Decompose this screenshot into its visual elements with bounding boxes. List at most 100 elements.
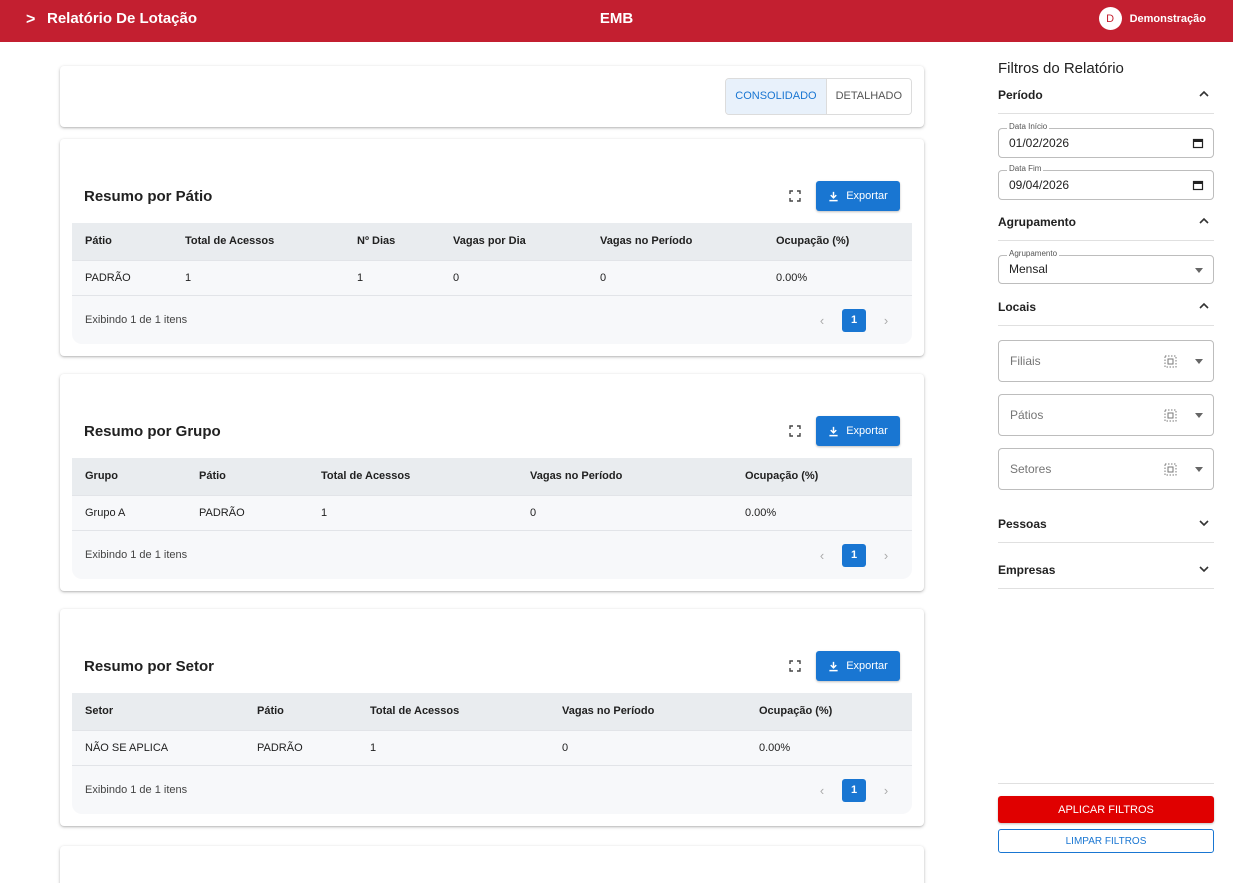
agrupamento-select[interactable]: Agrupamento Mensal (998, 249, 1214, 284)
next-summary-card (60, 846, 924, 883)
caret-down-icon[interactable] (1195, 359, 1203, 364)
export-button[interactable]: Exportar (816, 416, 900, 446)
filiais-select[interactable]: Filiais (998, 340, 1214, 382)
field-label: Agrupamento (1007, 249, 1060, 258)
page-button[interactable]: 1 (842, 778, 866, 802)
select-all-icon[interactable] (1164, 463, 1177, 476)
page-button[interactable]: 1 (842, 308, 866, 332)
column-header[interactable]: Setor (72, 693, 244, 730)
column-header[interactable]: Grupo (72, 458, 186, 495)
caret-down-icon[interactable] (1195, 467, 1203, 472)
items-count: Exibindo 1 de 1 itens (85, 548, 188, 561)
grupo-summary-card: Resumo por Grupo Exportar Grupo Pátio To… (60, 374, 924, 591)
table-cell: 0.00% (745, 506, 777, 519)
empresas-section-header[interactable]: Empresas (998, 559, 1214, 589)
prev-page-icon[interactable]: ‹ (814, 548, 830, 563)
avatar[interactable]: D (1098, 7, 1122, 30)
calendar-icon[interactable] (1192, 137, 1204, 149)
setor-summary-card: Resumo por Setor Exportar Setor Pátio To… (60, 609, 924, 826)
column-header[interactable]: Vagas no Período (587, 223, 763, 260)
table-cell: 1 (357, 271, 364, 284)
select-all-icon[interactable] (1164, 355, 1177, 368)
table-header-row: Setor Pátio Total de Acessos Vagas no Pe… (72, 693, 912, 730)
table-cell: NÃO SE APLICA (85, 741, 169, 754)
column-header[interactable]: Pátio (72, 223, 172, 260)
column-header[interactable]: Ocupação (%) (746, 693, 912, 730)
table-cell: 0.00% (776, 271, 808, 284)
next-page-icon[interactable]: › (878, 548, 894, 563)
fullscreen-icon[interactable] (789, 425, 801, 437)
table-cell: 1 (185, 271, 192, 284)
next-page-icon[interactable]: › (878, 313, 894, 328)
patios-placeholder: Pátios (1010, 408, 1044, 422)
caret-down-icon[interactable] (1195, 413, 1203, 418)
column-header[interactable]: Total de Acessos (357, 693, 549, 730)
table-cell: PADRÃO (199, 506, 245, 519)
table-cell: 1 (370, 741, 377, 754)
table-row[interactable]: Grupo A PADRÃO 1 0 0.00% (72, 495, 912, 530)
detailed-toggle[interactable]: DETALHADO (826, 79, 911, 114)
table-cell: PADRÃO (85, 271, 131, 284)
agrupamento-section-header[interactable]: Agrupamento (998, 211, 1214, 241)
column-header[interactable]: Ocupação (%) (763, 223, 912, 260)
section-label: Pessoas (998, 517, 1047, 531)
periodo-section-header[interactable]: Período (998, 84, 1214, 114)
app-header: > Relatório De Lotação EMB D Demonstraçã… (0, 0, 1233, 42)
column-header[interactable]: Vagas no Período (517, 458, 732, 495)
select-all-icon[interactable] (1164, 409, 1177, 422)
patios-select[interactable]: Pátios (998, 394, 1214, 436)
column-header[interactable]: Pátio (186, 458, 308, 495)
chevron-up-icon[interactable] (1198, 88, 1210, 100)
setores-select[interactable]: Setores (998, 448, 1214, 490)
chevron-down-icon[interactable] (1198, 563, 1210, 575)
section-label: Agrupamento (998, 215, 1076, 229)
next-page-icon[interactable]: › (878, 783, 894, 798)
prev-page-icon[interactable]: ‹ (814, 783, 830, 798)
clear-filters-button[interactable]: LIMPAR FILTROS (998, 829, 1214, 853)
filters-title: Filtros do Relatório (998, 60, 1124, 77)
table-row[interactable]: NÃO SE APLICA PADRÃO 1 0 0.00% (72, 730, 912, 765)
user-name[interactable]: Demonstração (1130, 13, 1206, 25)
column-header[interactable]: Ocupação (%) (732, 458, 912, 495)
filiais-placeholder: Filiais (1010, 354, 1041, 368)
column-header[interactable]: Vagas no Período (549, 693, 746, 730)
prev-page-icon[interactable]: ‹ (814, 313, 830, 328)
table-cell: 0 (600, 271, 607, 284)
patio-table: Pátio Total de Acessos Nº Dias Vagas por… (72, 223, 912, 344)
download-icon (829, 661, 838, 671)
column-header[interactable]: Pátio (244, 693, 357, 730)
items-count: Exibindo 1 de 1 itens (85, 783, 188, 796)
start-date-value[interactable]: 01/02/2026 (1009, 136, 1069, 150)
pessoas-section-header[interactable]: Pessoas (998, 513, 1214, 543)
locais-section-header[interactable]: Locais (998, 296, 1214, 326)
start-date-field[interactable]: Data Início 01/02/2026 (998, 122, 1214, 158)
column-header[interactable]: Total de Acessos (308, 458, 517, 495)
table-footer: Exibindo 1 de 1 itens ‹ 1 › (72, 296, 912, 344)
end-date-field[interactable]: Data Fim 09/04/2026 (998, 164, 1214, 200)
export-button[interactable]: Exportar (816, 651, 900, 681)
table-row[interactable]: PADRÃO 1 1 0 0 0.00% (72, 260, 912, 295)
apply-filters-button[interactable]: APLICAR FILTROS (998, 796, 1214, 823)
fullscreen-icon[interactable] (789, 660, 801, 672)
table-cell: 0 (562, 741, 569, 754)
chevron-down-icon[interactable] (1198, 517, 1210, 529)
export-button[interactable]: Exportar (816, 181, 900, 211)
grupo-table: Grupo Pátio Total de Acessos Vagas no Pe… (72, 458, 912, 579)
calendar-icon[interactable] (1192, 179, 1204, 191)
fullscreen-icon[interactable] (789, 190, 801, 202)
table-cell: PADRÃO (257, 741, 303, 754)
chevron-up-icon[interactable] (1198, 215, 1210, 227)
caret-down-icon[interactable] (1195, 268, 1203, 273)
user-menu[interactable]: D Demonstração (1098, 7, 1206, 30)
consolidated-toggle[interactable]: CONSOLIDADO (726, 79, 827, 114)
main-content: CONSOLIDADO DETALHADO Resumo por Pátio E… (60, 42, 924, 883)
agrupamento-value[interactable]: Mensal (1009, 262, 1048, 276)
column-header[interactable]: Nº Dias (344, 223, 440, 260)
download-icon (829, 426, 838, 436)
column-header[interactable]: Total de Acessos (172, 223, 344, 260)
column-header[interactable]: Vagas por Dia (440, 223, 587, 260)
page-button[interactable]: 1 (842, 543, 866, 567)
end-date-value[interactable]: 09/04/2026 (1009, 178, 1069, 192)
chevron-up-icon[interactable] (1198, 300, 1210, 312)
section-title: Resumo por Setor (84, 658, 215, 675)
